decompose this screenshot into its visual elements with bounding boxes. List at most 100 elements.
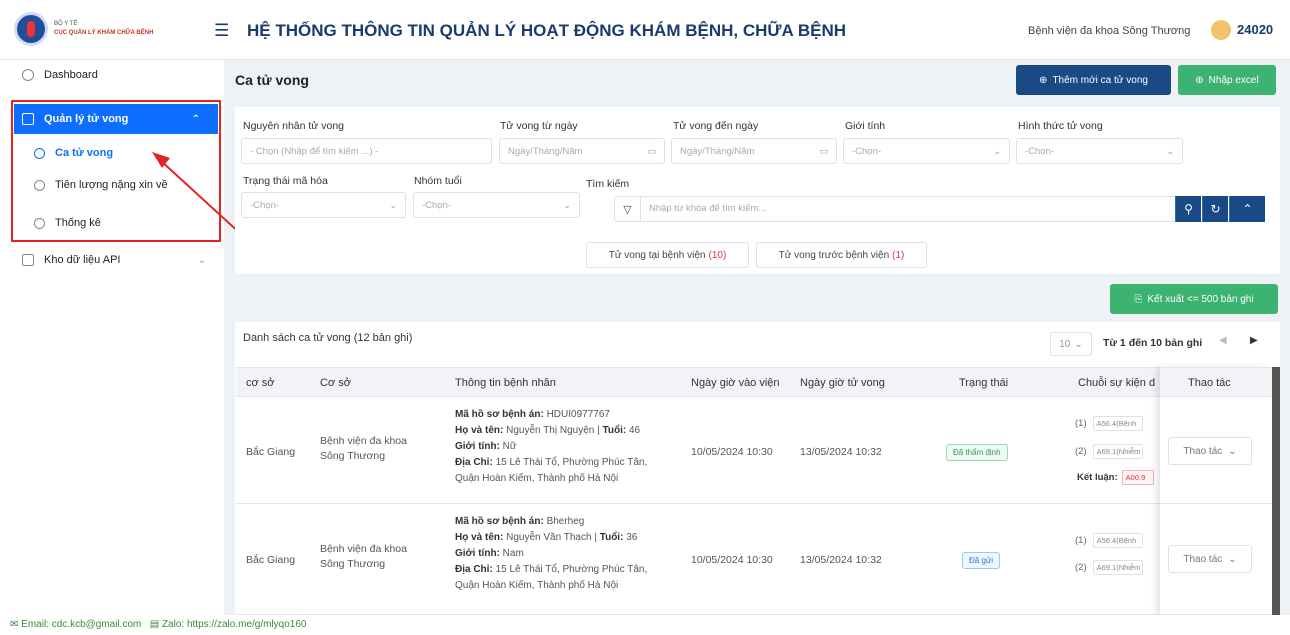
admitted-cell: 10/05/2024 10:30 xyxy=(691,554,773,566)
tab-death-in-hospital[interactable]: Tử vong tại bệnh viện (10) xyxy=(586,242,749,268)
placeholder: -Chọn- xyxy=(422,199,452,211)
col-header[interactable]: Thông tin bệnh nhân xyxy=(455,377,556,389)
system-title: HỆ THỐNG THÔNG TIN QUẢN LÝ HOẠT ĐỘNG KHÁ… xyxy=(247,21,847,40)
hospital-name[interactable]: Bệnh viện đa khoa Sông Thương xyxy=(1028,25,1190,37)
search-input[interactable]: Nhập từ khóa để tìm kiếm... xyxy=(649,203,766,214)
menu-toggle-icon[interactable]: ☰ xyxy=(214,21,229,41)
death-time-cell: 13/05/2024 10:32 xyxy=(800,446,882,458)
patient-age: 46 xyxy=(628,425,641,436)
calendar-icon[interactable]: ▭ xyxy=(647,146,656,157)
event-code[interactable]: A69.1(Nhiễm xyxy=(1092,560,1143,575)
tab-death-before-hospital[interactable]: Tử vong trước bệnh viện (1) xyxy=(756,242,927,268)
row-action-dropdown[interactable]: Thao tác ⌄ xyxy=(1168,545,1252,573)
patient-gender: Nữ xyxy=(502,441,517,452)
code-status-select[interactable]: -Chọn- ⌄ xyxy=(241,192,406,218)
event-code[interactable]: A69.1(Nhiễm xyxy=(1092,444,1143,459)
facility-cell: Bệnh viện đa khoa Sông Thương xyxy=(320,434,407,464)
page-size-select[interactable]: 10 ⌄ xyxy=(1050,332,1092,356)
col-header[interactable]: Ngày giờ vào viện xyxy=(691,377,780,389)
table-header: cơ sở Cơ sở Thông tin bệnh nhân Ngày giờ… xyxy=(236,367,1280,397)
col-header[interactable]: Trạng thái xyxy=(959,377,1008,389)
event-code[interactable]: A56.4(Bệnh xyxy=(1092,416,1143,431)
sidebar-item-api-store[interactable]: Kho dữ liệu API ⌄ xyxy=(0,247,224,273)
plus-circle-icon: ⊕ xyxy=(1039,74,1048,86)
to-date-label: Tử vong đến ngày xyxy=(673,120,759,132)
death-form-select[interactable]: -Chọn- ⌄ xyxy=(1016,138,1183,164)
zalo-icon: ▤ xyxy=(149,619,160,630)
chevron-down-icon: ⌄ xyxy=(1074,338,1083,350)
sidebar-item-label: Tiên lượng nặng xin về xyxy=(55,179,168,191)
table-scrollbar[interactable] xyxy=(1272,367,1280,617)
tab-label: Tử vong tại bệnh viện xyxy=(608,249,706,261)
table-row[interactable]: Bắc Giang Bệnh viện đa khoa Sông Thương … xyxy=(236,398,1280,504)
field-label: Mã hồ sơ bệnh án: xyxy=(455,409,544,420)
footer-email[interactable]: Email: cdc.kcb@gmail.com xyxy=(21,619,141,630)
col-header[interactable]: cơ sở xyxy=(246,377,274,389)
database-icon xyxy=(22,254,34,266)
col-header[interactable]: Chuỗi sự kiện d xyxy=(1078,377,1155,389)
patient-address-line2: Quận Hoàn Kiếm, Thành phố Hà Nội xyxy=(455,473,619,484)
top-bar: BỘ Y TẾ CỤC QUẢN LÝ KHÁM CHỮA BỆNH ☰ HỆ … xyxy=(0,0,1290,60)
from-date-input[interactable]: Ngày/Tháng/Năm ▭ xyxy=(499,138,665,164)
patient-info: Mã hồ sơ bệnh án: Bherheg Họ và tên: Ngu… xyxy=(455,514,647,594)
collapse-filter-button[interactable]: ⌃ xyxy=(1229,196,1265,222)
chevron-down-icon: ⌄ xyxy=(1228,553,1237,565)
add-death-case-button[interactable]: ⊕ Thêm mới ca tử vong xyxy=(1016,65,1171,95)
age-group-label: Nhóm tuổi xyxy=(414,175,462,187)
folder-icon xyxy=(22,113,34,125)
chevron-down-icon: ⌄ xyxy=(1228,445,1237,457)
user-avatar[interactable] xyxy=(1211,20,1231,40)
event-index: (1) xyxy=(1075,535,1087,546)
import-excel-button[interactable]: ⊕ Nhập excel xyxy=(1178,65,1276,95)
sidebar-subitem-statistics[interactable]: Thống kê xyxy=(0,210,224,236)
search-button[interactable]: ⚲ xyxy=(1175,196,1201,222)
sidebar-subitem-prognosis[interactable]: Tiên lượng nặng xin về xyxy=(0,172,224,198)
province-cell: Bắc Giang xyxy=(246,446,296,458)
event-index: (2) xyxy=(1075,446,1087,457)
chevron-down-icon: ⌄ xyxy=(197,254,206,266)
tab-count: (1) xyxy=(892,249,905,261)
patient-address: 15 Lê Thái Tổ, Phường Phúc Tân, xyxy=(495,564,648,575)
dashboard-icon xyxy=(22,69,34,81)
calendar-icon[interactable]: ▭ xyxy=(819,146,828,157)
circle-check-icon xyxy=(34,147,45,159)
conclusion-label: Kết luận: xyxy=(1077,472,1118,483)
email-icon: ✉ xyxy=(10,619,19,630)
sidebar-subitem-death-cases[interactable]: Ca tử vong xyxy=(0,140,224,166)
user-id[interactable]: 24020 xyxy=(1237,22,1273,37)
gender-select[interactable]: -Chọn- ⌄ xyxy=(843,138,1010,164)
death-time-cell: 13/05/2024 10:32 xyxy=(800,554,882,566)
col-header[interactable]: Cơ sở xyxy=(320,377,351,389)
record-code: Bherheg xyxy=(546,516,585,527)
tab-count: (10) xyxy=(708,249,727,261)
sidebar-item-dashboard[interactable]: Dashboard xyxy=(0,62,224,88)
ministry-logo[interactable] xyxy=(14,12,48,46)
footer-zalo[interactable]: Zalo: https://zalo.me/g/mlyqo160 xyxy=(162,619,307,630)
sidebar-item-death-management[interactable]: Quản lý tử vong ⌃ xyxy=(14,104,218,134)
event-code[interactable]: A56.4(Bệnh xyxy=(1092,533,1143,548)
next-page-icon[interactable]: ▶ xyxy=(1250,335,1258,346)
table-row[interactable]: Bắc Giang Bệnh viện đa khoa Sông Thương … xyxy=(236,505,1280,615)
cause-select[interactable]: - Chọn (Nhập để tìm kiếm ...) - xyxy=(241,138,492,164)
age-group-select[interactable]: -Chọn- ⌄ xyxy=(413,192,580,218)
prev-page-icon[interactable]: ◀ xyxy=(1219,335,1227,346)
sidebar-item-label: Quản lý tử vong xyxy=(44,113,129,125)
patient-name: Nguyễn Văn Thạch xyxy=(506,532,592,543)
pagination-info: Từ 1 đến 10 bản ghi xyxy=(1103,337,1203,349)
footer: ✉ Email: cdc.kcb@gmail.com ▤ Zalo: https… xyxy=(0,615,1290,635)
filter-icon[interactable]: ▽ xyxy=(615,197,641,221)
col-header[interactable]: Ngày giờ tử vong xyxy=(800,377,885,389)
record-code: HDUI0977767 xyxy=(546,409,610,420)
conclusion-code[interactable]: A00.9 xyxy=(1121,470,1154,485)
export-icon: ⎘ xyxy=(1134,293,1143,305)
cause-label: Nguyên nhân tử vong xyxy=(243,120,345,132)
search-label: Tìm kiếm xyxy=(586,178,630,190)
to-date-input[interactable]: Ngày/Tháng/Năm ▭ xyxy=(671,138,837,164)
placeholder: -Chọn- xyxy=(250,199,280,211)
export-button[interactable]: ⎘ Kết xuất <= 500 bản ghi xyxy=(1110,284,1278,314)
row-action-dropdown[interactable]: Thao tác ⌄ xyxy=(1168,437,1252,465)
chevron-down-icon: ⌄ xyxy=(389,199,397,210)
reset-button[interactable]: ↻ xyxy=(1202,196,1228,222)
event-item: (2) A69.1(Nhiễm xyxy=(1075,560,1143,575)
from-date-label: Tử vong từ ngày xyxy=(500,120,578,132)
